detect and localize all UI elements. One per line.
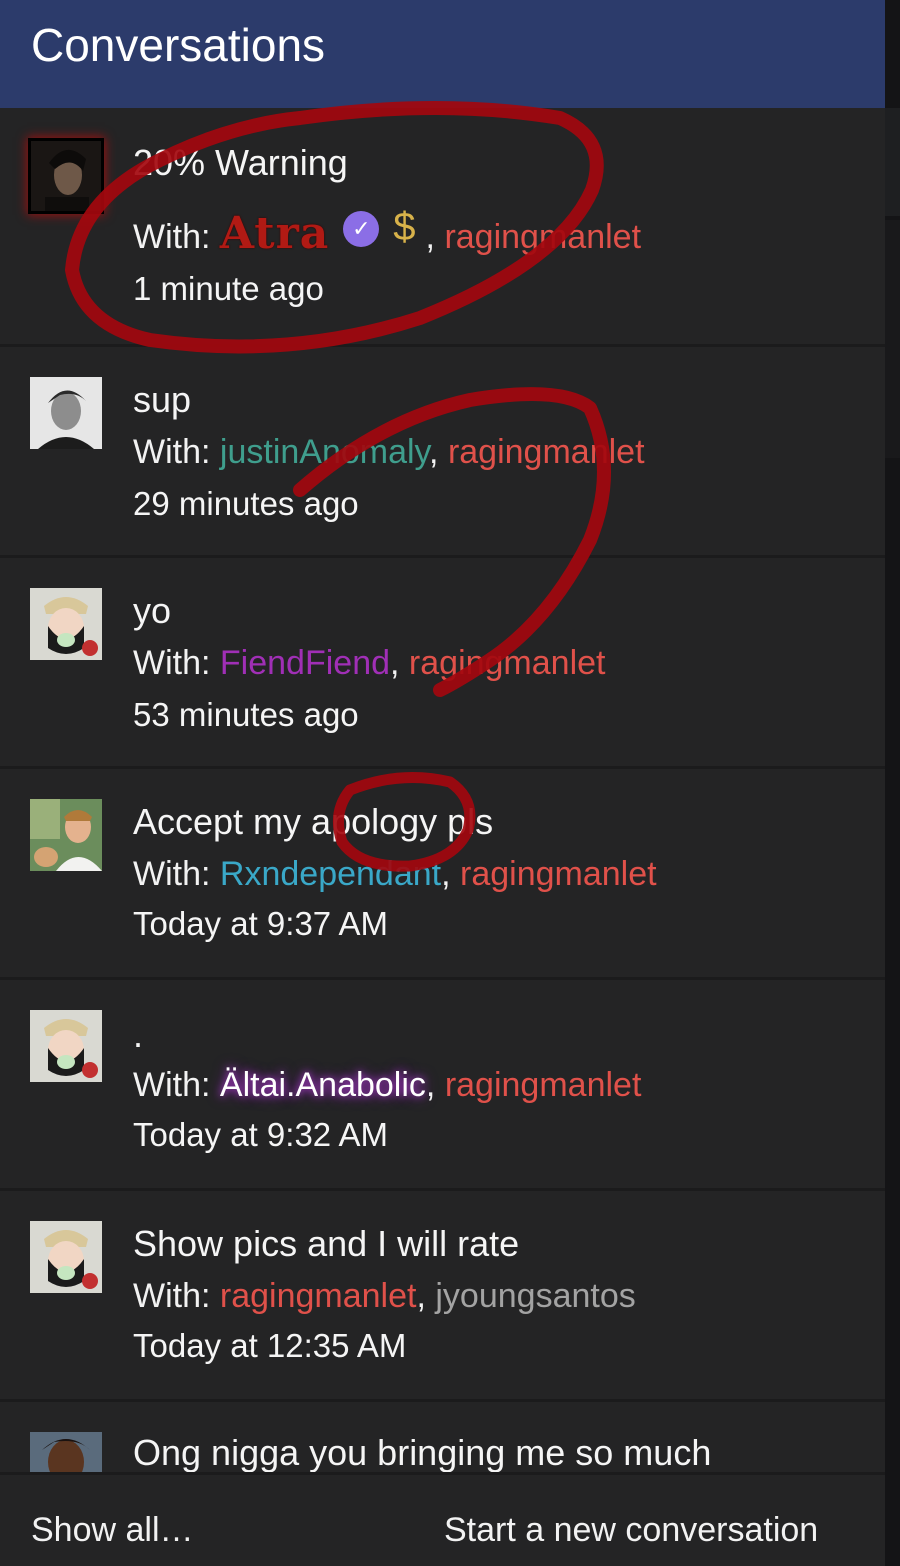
with-label: With: (133, 1066, 211, 1104)
conversation-title[interactable]: yo (133, 590, 171, 632)
conversation-title[interactable]: sup (133, 379, 191, 421)
conversation-time: Today at 9:32 AM (133, 1116, 388, 1153)
conversation-time: Today at 9:37 AM (133, 905, 388, 942)
conversation-item[interactable]: sup With: justinAnomaly, ragingmanlet 29… (0, 347, 885, 558)
conversations-header: Conversations (0, 0, 885, 108)
participant-link[interactable]: Ältai.Anabolic (220, 1066, 426, 1104)
conversation-participants: With: ragingmanlet, jyoungsantos (133, 1277, 636, 1316)
conversation-time: 29 minutes ago (133, 485, 359, 522)
with-label: With: (133, 855, 211, 893)
separator: , (425, 218, 445, 256)
conversation-item[interactable]: . With: Ältai.Anabolic, ragingmanlet Tod… (0, 980, 885, 1191)
participant-link[interactable]: jyoungsantos (435, 1277, 635, 1315)
participant-link[interactable]: ragingmanlet (445, 1066, 642, 1104)
conversation-participants: With: Atra ✓ $, ragingmanlet (133, 204, 641, 262)
avatar[interactable] (30, 1221, 102, 1293)
avatar[interactable] (30, 799, 102, 871)
separator: , (416, 1277, 436, 1315)
conversation-time: 53 minutes ago (133, 696, 359, 733)
conversation-title[interactable]: Accept my apology pls (133, 801, 493, 843)
with-label: With: (133, 644, 211, 682)
with-label: With: (133, 433, 211, 471)
scrollbar-segment (885, 108, 900, 216)
participant-link[interactable]: ragingmanlet (220, 1277, 417, 1315)
with-label: With: (133, 1277, 211, 1315)
conversation-title[interactable]: 20% Warning (133, 142, 348, 184)
scrollbar-segment (885, 220, 900, 458)
separator: , (441, 855, 460, 893)
participant-link[interactable]: FiendFiend (220, 644, 390, 682)
separator: , (425, 1066, 445, 1104)
participant-link[interactable]: Atra (220, 208, 329, 259)
with-label: With: (133, 218, 211, 256)
avatar[interactable] (30, 1432, 102, 1472)
conversation-item[interactable]: Accept my apology pls With: Rxndependant… (0, 769, 885, 980)
conversation-title[interactable]: Show pics and I will rate (133, 1223, 519, 1265)
participant-link[interactable]: justinAnomaly (220, 433, 429, 471)
show-all-link[interactable]: Show all… (31, 1511, 194, 1550)
verified-check-icon: ✓ (343, 211, 380, 248)
conversation-item[interactable]: Show pics and I will rate With: ragingma… (0, 1191, 885, 1402)
conversation-participants: With: Ältai.Anabolic, ragingmanlet (133, 1066, 641, 1105)
avatar[interactable] (30, 1010, 102, 1082)
conversation-participants: With: FiendFiend, ragingmanlet (133, 644, 605, 683)
participant-link[interactable]: ragingmanlet (460, 855, 657, 893)
conversation-time: 1 minute ago (133, 270, 324, 307)
participant-link[interactable]: ragingmanlet (409, 644, 606, 682)
avatar[interactable] (31, 141, 101, 211)
separator: , (429, 433, 448, 471)
conversation-title[interactable]: . (133, 1014, 143, 1056)
participant-link[interactable]: ragingmanlet (444, 218, 641, 256)
participant-link[interactable]: Rxndependant (220, 855, 441, 893)
conversation-item[interactable]: 20% Warning With: Atra ✓ $, ragingmanlet 1… (0, 108, 885, 347)
participant-link[interactable]: ragingmanlet (448, 433, 645, 471)
footer-bar: Show all… Start a new conversation (0, 1472, 885, 1566)
conversation-time: Today at 12:35 AM (133, 1327, 407, 1364)
scrollbar-track[interactable] (885, 0, 900, 1566)
conversation-participants: With: justinAnomaly, ragingmanlet (133, 433, 645, 472)
dollar-icon: $ (393, 204, 416, 249)
conversation-item[interactable]: yo With: FiendFiend, ragingmanlet 53 min… (0, 558, 885, 769)
conversation-participants: With: Rxndependant, ragingmanlet (133, 855, 657, 894)
avatar[interactable] (30, 377, 102, 449)
start-new-conversation-link[interactable]: Start a new conversation (444, 1511, 818, 1550)
conversation-item[interactable]: Ong nigga you bringing me so much (0, 1402, 885, 1472)
conversation-title[interactable]: Ong nigga you bringing me so much (133, 1432, 711, 1472)
conversation-list: 20% Warning With: Atra ✓ $, ragingmanlet 1… (0, 108, 885, 1472)
page-title: Conversations (31, 19, 326, 71)
separator: , (390, 644, 409, 682)
avatar[interactable] (30, 588, 102, 660)
